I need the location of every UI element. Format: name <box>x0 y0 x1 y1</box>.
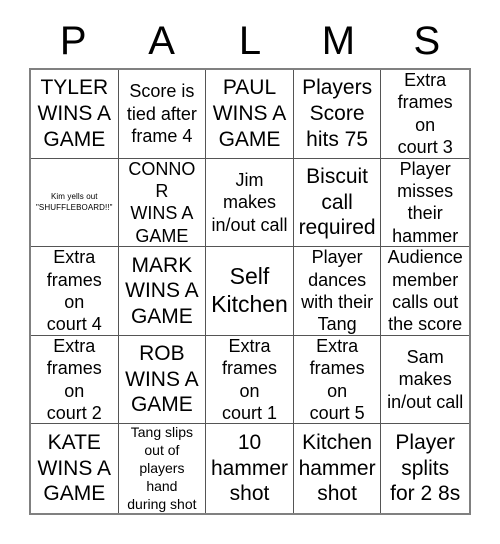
bingo-cell[interactable]: Jim makes in/out call <box>206 158 294 248</box>
bingo-card: P A L M S TYLER WINS A GAME Score is tie… <box>0 0 500 544</box>
bingo-cell-text: Extra frames on court 2 <box>46 335 102 423</box>
bingo-cell[interactable]: MARK WINS A GAME <box>118 247 207 336</box>
bingo-cell[interactable]: PAUL WINS A GAME <box>206 70 294 159</box>
bingo-cell[interactable]: 10 hammer shot <box>206 424 294 513</box>
bingo-cell[interactable]: ROB WINS A GAME <box>118 335 207 425</box>
bingo-cell[interactable]: Extra frames on court 2 <box>31 335 119 425</box>
bingo-cell[interactable]: Player dances with their Tang <box>293 247 382 336</box>
bingo-cell-text: Extra frames on court 3 <box>397 70 453 158</box>
bingo-cell-text: Score is tied after frame 4 <box>126 81 197 146</box>
bingo-cell-text: CONNOR WINS A GAME <box>128 158 196 246</box>
header-letter-p: P <box>59 19 87 63</box>
bingo-cell-text: Player dances with their Tang <box>301 247 374 335</box>
bingo-grid: TYLER WINS A GAME Score is tied after fr… <box>29 68 471 515</box>
bingo-cell-text: ROB WINS A GAME <box>125 342 199 417</box>
bingo-cell-text: Tang slips out of players hand during sh… <box>127 424 197 512</box>
bingo-cell-text: Players Score hits 75 <box>302 76 373 151</box>
bingo-cell-text: Self Kitchen <box>211 263 288 317</box>
bingo-cell[interactable]: Player misses their hammer <box>381 158 469 248</box>
bingo-cell[interactable]: Extra frames on court 3 <box>381 70 469 159</box>
bingo-cell[interactable]: Score is tied after frame 4 <box>118 70 207 159</box>
bingo-cell[interactable]: TYLER WINS A GAME <box>31 70 119 159</box>
bingo-cell[interactable]: Extra frames on court 4 <box>31 247 119 336</box>
bingo-cell-text: Player misses their hammer <box>392 158 459 246</box>
header-letter-m: M <box>321 19 356 63</box>
bingo-cell-free-space[interactable]: Self Kitchen <box>206 247 294 336</box>
bingo-cell-text: Biscuit call required <box>298 164 376 240</box>
bingo-cell-text: 10 hammer shot <box>210 431 288 506</box>
bingo-cell-text: Audience member calls out the score <box>387 247 463 335</box>
header-letter-s: S <box>413 19 441 63</box>
bingo-cell[interactable]: Tang slips out of players hand during sh… <box>118 424 207 513</box>
header-letter-l: L <box>238 19 262 63</box>
bingo-cell-text: Kim yells out "SHUFFLEBOARD!!" <box>35 191 113 213</box>
bingo-cell[interactable]: Audience member calls out the score <box>381 247 469 336</box>
bingo-cell-text: TYLER WINS A GAME <box>37 76 112 151</box>
bingo-header-row: P A L M S <box>29 14 471 68</box>
bingo-cell-text: Extra frames on court 5 <box>309 335 365 423</box>
header-letter-a: A <box>148 19 175 63</box>
bingo-cell-text: Extra frames on court 1 <box>221 335 277 423</box>
bingo-cell-text: Player splits for 2 8s <box>390 431 461 506</box>
bingo-cell[interactable]: Biscuit call required <box>293 158 382 248</box>
bingo-cell-text: Kitchen hammer shot <box>298 431 376 506</box>
bingo-cell-text: Jim makes in/out call <box>211 169 288 235</box>
bingo-cell[interactable]: Players Score hits 75 <box>293 70 382 159</box>
bingo-cell[interactable]: Extra frames on court 5 <box>293 335 382 425</box>
bingo-cell-text: Sam makes in/out call <box>387 347 464 412</box>
bingo-cell-text: KATE WINS A GAME <box>37 431 112 506</box>
bingo-cell-text: PAUL WINS A GAME <box>212 76 287 151</box>
bingo-cell[interactable]: Player splits for 2 8s <box>381 424 469 513</box>
bingo-cell[interactable]: KATE WINS A GAME <box>31 424 119 513</box>
bingo-cell[interactable]: Kitchen hammer shot <box>293 424 382 513</box>
bingo-cell[interactable]: CONNOR WINS A GAME <box>118 158 207 248</box>
bingo-cell[interactable]: Sam makes in/out call <box>381 335 469 425</box>
bingo-cell[interactable]: Extra frames on court 1 <box>206 335 294 425</box>
bingo-cell-text: MARK WINS A GAME <box>125 253 199 328</box>
bingo-cell[interactable]: Kim yells out "SHUFFLEBOARD!!" <box>31 158 119 248</box>
bingo-cell-text: Extra frames on court 4 <box>46 247 102 335</box>
